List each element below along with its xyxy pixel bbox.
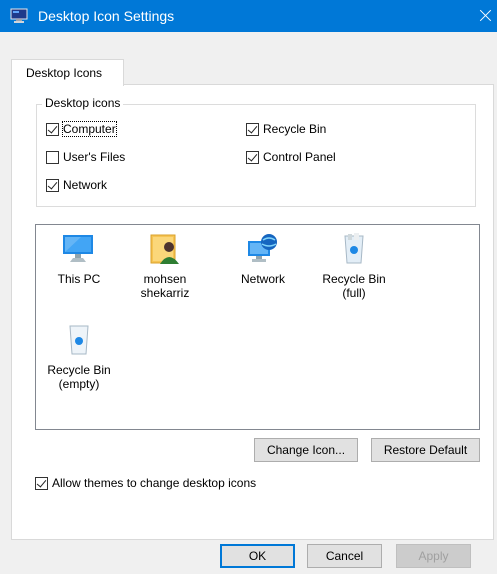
group-legend: Desktop icons [42,96,124,110]
checkbox-label: Recycle Bin [263,122,327,136]
icon-item-label: This PC [57,272,101,286]
recycle-bin-full-icon [344,233,364,264]
icon-item-label: Recycle Bin (full) [322,272,386,300]
change-icon-button[interactable]: Change Icon... [254,438,358,462]
restore-default-button[interactable]: Restore Default [371,438,480,462]
icon-item-label: Recycle Bin (empty) [47,363,111,391]
checkbox-allow-themes-box[interactable] [35,476,48,490]
checkbox-computer-box[interactable] [46,122,59,136]
checkbox-network[interactable]: Network [46,177,107,193]
checkbox-label: Allow themes to change desktop icons [52,476,257,490]
checkbox-network-box[interactable] [46,178,59,192]
checkbox-recycle-bin-box[interactable] [246,122,259,136]
icon-item-label: mohsen shekarriz [140,272,190,300]
icon-item-label: Network [240,272,285,286]
checkbox-label: Network [63,178,108,192]
recycle-bin-empty-icon [69,325,89,355]
this-pc-icon [63,235,93,262]
desktop-settings-icon [10,8,28,23]
checkbox-label: Computer [62,121,117,137]
checkbox-control-panel-box[interactable] [246,150,259,164]
network-icon [248,234,277,262]
icon-item-user-folder[interactable]: mohsen shekarriz [122,232,208,300]
cancel-button[interactable]: Cancel [307,544,382,568]
tab-label: Desktop Icons [26,66,103,80]
icon-item-network[interactable]: Network [220,232,306,286]
title-bar: Desktop Icon Settings [0,0,497,32]
close-button[interactable] [471,0,497,32]
checkbox-computer[interactable]: Computer [46,121,117,137]
checkbox-users-files-box[interactable] [46,150,59,164]
apply-button[interactable]: Apply [396,544,471,568]
checkbox-allow-themes[interactable]: Allow themes to change desktop icons [35,475,256,491]
checkbox-control-panel[interactable]: Control Panel [246,149,336,165]
ok-button[interactable]: OK [220,544,295,568]
checkbox-label: Control Panel [263,150,336,164]
window-title: Desktop Icon Settings [38,8,175,24]
user-folder-icon [150,234,179,264]
icon-item-recycle-bin-full[interactable]: Recycle Bin (full) [311,232,397,300]
tab-desktop-icons[interactable]: Desktop Icons [11,59,124,86]
checkbox-users-files[interactable]: User's Files [46,149,125,165]
icon-item-recycle-bin-empty[interactable]: Recycle Bin (empty) [36,323,122,391]
checkbox-recycle-bin[interactable]: Recycle Bin [246,121,326,137]
icon-item-this-pc[interactable]: This PC [36,232,122,286]
checkbox-label: User's Files [63,150,126,164]
